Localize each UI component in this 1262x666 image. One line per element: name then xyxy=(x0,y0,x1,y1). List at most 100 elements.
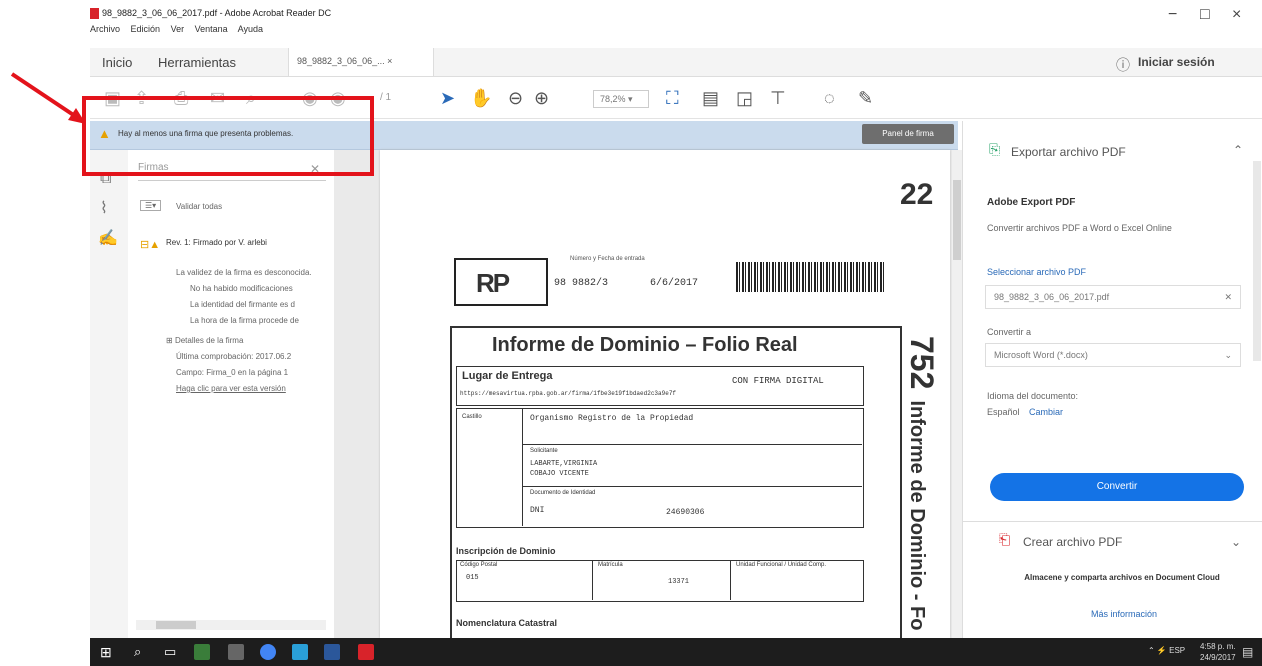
fullscreen-icon[interactable]: ◲ xyxy=(736,88,753,109)
panel-scrollbar[interactable] xyxy=(1253,161,1261,361)
system-tray-icons[interactable]: ⌃ ⚡ ESP xyxy=(1148,646,1185,655)
id-type: DNI xyxy=(530,506,545,515)
more-info-link[interactable]: Más información xyxy=(1091,609,1157,619)
entry-date: 6/6/2017 xyxy=(650,278,699,289)
task-view-icon[interactable]: ▭ xyxy=(164,644,180,660)
windows-start-icon[interactable]: ⊞ xyxy=(100,644,116,660)
attachment-icon[interactable]: ⌇ xyxy=(100,198,108,218)
revision-item[interactable]: Rev. 1: Firmado por V. arlebi xyxy=(166,238,267,247)
document-language-label: Idioma del documento: xyxy=(987,391,1079,401)
validate-dropdown-icon[interactable]: ☰▾ xyxy=(140,200,162,211)
requester-label: Solicitante xyxy=(530,448,558,454)
format-select[interactable]: Microsoft Word (*.docx) ⌄ xyxy=(985,343,1241,367)
inscription-title: Inscripción de Dominio xyxy=(456,546,556,556)
cadastral-title: Nomenclatura Catastral xyxy=(456,618,558,628)
menu-ventana[interactable]: Ventana xyxy=(195,24,228,34)
convert-to-label: Convertir a xyxy=(987,327,1032,337)
page-count: / 1 xyxy=(380,92,392,103)
zoom-select[interactable]: 78,2% ▾ xyxy=(593,90,649,108)
postal-value: 015 xyxy=(466,574,479,582)
acrobat-icon[interactable] xyxy=(358,644,374,660)
comment-icon[interactable]: ◌ xyxy=(824,88,835,109)
word-icon[interactable] xyxy=(324,644,340,660)
signin-link[interactable]: Iniciar sesión xyxy=(1138,55,1215,69)
maximize-button[interactable]: □ xyxy=(1200,6,1210,24)
organism: Organismo Registro de la Propiedad xyxy=(530,414,694,423)
tab-inicio[interactable]: Inicio xyxy=(102,55,132,70)
select-file-label: Seleccionar archivo PDF xyxy=(987,267,1087,277)
id-number: 24690306 xyxy=(666,508,705,517)
menu-ayuda[interactable]: Ayuda xyxy=(238,24,263,34)
menu-bar: Archivo Edición Ver Ventana Ayuda xyxy=(90,24,271,34)
expand-icon[interactable]: ⌄ xyxy=(1231,535,1241,549)
pdf-page: 22 RP Número y Fecha de entrada 98 9882/… xyxy=(380,150,950,638)
signature-panel-button[interactable]: Panel de firma xyxy=(862,124,954,144)
castillo-label: Castillo xyxy=(462,414,482,420)
search-icon[interactable]: ⌕ xyxy=(134,644,150,660)
export-pdf-icon: ⎘ xyxy=(989,141,1001,157)
requester-box xyxy=(456,408,864,528)
clear-file-icon[interactable]: ✕ xyxy=(1224,286,1232,308)
help-icon[interactable]: ⓘ xyxy=(1116,55,1130,75)
pdf-icon xyxy=(90,8,99,20)
right-tools-panel: ⎘ Exportar archivo PDF ⌃ Adobe Export PD… xyxy=(962,121,1262,638)
language-value: Español xyxy=(987,407,1020,417)
rpba-logo: RP xyxy=(454,258,548,306)
document-scrollbar[interactable] xyxy=(952,150,962,638)
collapse-icon[interactable]: ⌃ xyxy=(1233,143,1243,157)
sig-field: Campo: Firma_0 en la página 1 xyxy=(176,368,289,377)
horizontal-scrollbar[interactable] xyxy=(136,620,326,630)
hand-icon[interactable]: ✋ xyxy=(470,88,492,109)
signature-icon[interactable]: ✍ xyxy=(98,228,118,248)
last-check: Última comprobación: 2017.06.2 xyxy=(176,352,292,361)
window-title: 98_9882_3_06_06_2017.pdf - Adobe Acrobat… xyxy=(90,8,331,20)
signature-panel: Firmas ✕ ☰▾ Validar todas ⊟▲ Rev. 1: Firm… xyxy=(128,150,335,638)
side-header: 752 Informe de Dominio - Fo xyxy=(904,336,940,631)
adobe-export-desc: Convertir archivos PDF a Word o Excel On… xyxy=(987,223,1172,233)
entry-number: 98 9882/3 xyxy=(554,278,609,289)
browser-icon[interactable] xyxy=(292,644,308,660)
chevron-down-icon: ⌄ xyxy=(1224,350,1232,360)
pen-icon[interactable]: ✎ xyxy=(858,88,873,109)
convert-button[interactable]: Convertir xyxy=(990,473,1244,501)
create-pdf-title[interactable]: Crear archivo PDF xyxy=(1023,535,1122,549)
report-title: Informe de Dominio – Folio Real xyxy=(492,334,798,356)
zoom-out-icon[interactable]: ⊖ xyxy=(508,88,523,109)
delivery-label: Lugar de Entrega xyxy=(462,370,553,382)
scroll-icon[interactable]: ▤ xyxy=(702,88,719,109)
taskbar: ⊞ ⌕ ▭ ⌃ ⚡ ESP 4:58 p. m. 24/9/2017 ▤ xyxy=(90,638,1262,666)
clock[interactable]: 4:58 p. m. 24/9/2017 xyxy=(1200,641,1236,663)
close-button[interactable]: × xyxy=(1232,6,1241,24)
requester-name-2: COBAJO VICENTE xyxy=(530,470,589,478)
app-icon[interactable] xyxy=(194,644,210,660)
barcode xyxy=(736,262,884,292)
menu-archivo[interactable]: Archivo xyxy=(90,24,120,34)
view-version-link[interactable]: Haga clic para ver esta versión xyxy=(176,384,286,393)
minimize-button[interactable]: − xyxy=(1168,6,1177,24)
tab-herramientas[interactable]: Herramientas xyxy=(158,55,236,70)
select-cursor-icon[interactable]: ➤ xyxy=(440,88,455,109)
zoom-in-icon[interactable]: ⊕ xyxy=(534,88,549,109)
sig-details-header[interactable]: ⊞ Detalles de la firma xyxy=(166,336,243,345)
menu-ver[interactable]: Ver xyxy=(171,24,185,34)
notifications-icon[interactable]: ▤ xyxy=(1242,645,1253,659)
export-pdf-title[interactable]: Exportar archivo PDF xyxy=(1011,145,1126,159)
store-icon[interactable] xyxy=(228,644,244,660)
tab-bar: Inicio Herramientas 98_9882_3_06_06_... … xyxy=(90,48,1262,77)
verification-url: https://mesavirtua.rpba.gob.ar/firma/1fb… xyxy=(460,390,677,397)
unit-label: Unidad Funcional / Unidad Comp. xyxy=(736,562,827,568)
signature-warning-icon: ⊟▲ xyxy=(140,239,161,251)
cloud-text: Almacene y comparta archivos en Document… xyxy=(1024,573,1220,582)
postal-label: Código Postal xyxy=(460,562,498,568)
validate-all-button[interactable]: Validar todas xyxy=(176,202,222,211)
left-navigation-rail: ⧉ ⌇ ✍ xyxy=(90,150,129,638)
chrome-icon[interactable] xyxy=(260,644,276,660)
change-language-link[interactable]: Cambiar xyxy=(1029,407,1063,417)
sig-detail-line: La validez de la firma es desconocida. xyxy=(176,268,312,277)
registration-label: Matrícula xyxy=(598,562,623,568)
selected-file-field[interactable]: 98_9882_3_06_06_2017.pdf ✕ xyxy=(985,285,1241,309)
menu-edicion[interactable]: Edición xyxy=(131,24,161,34)
tab-file[interactable]: 98_9882_3_06_06_... × xyxy=(288,48,434,76)
fit-page-icon[interactable]: ⛶ xyxy=(666,88,679,109)
sign-tool-icon[interactable]: ⊤ xyxy=(770,88,786,109)
